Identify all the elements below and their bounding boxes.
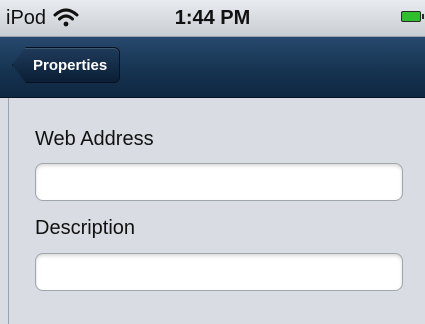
status-time: 1:44 PM bbox=[174, 7, 251, 29]
description-label: Description bbox=[35, 217, 136, 239]
status-bar: iPod 1:44 PM bbox=[0, 0, 425, 37]
form-panel: Web Address Description bbox=[8, 98, 425, 324]
navigation-bar: Properties bbox=[0, 37, 425, 98]
web-address-input[interactable] bbox=[35, 163, 403, 201]
battery-icon bbox=[401, 11, 424, 22]
back-button-label: Properties bbox=[33, 56, 108, 74]
back-button[interactable]: Properties bbox=[12, 47, 121, 83]
web-address-label: Web Address bbox=[35, 128, 154, 150]
description-input[interactable] bbox=[35, 253, 403, 291]
